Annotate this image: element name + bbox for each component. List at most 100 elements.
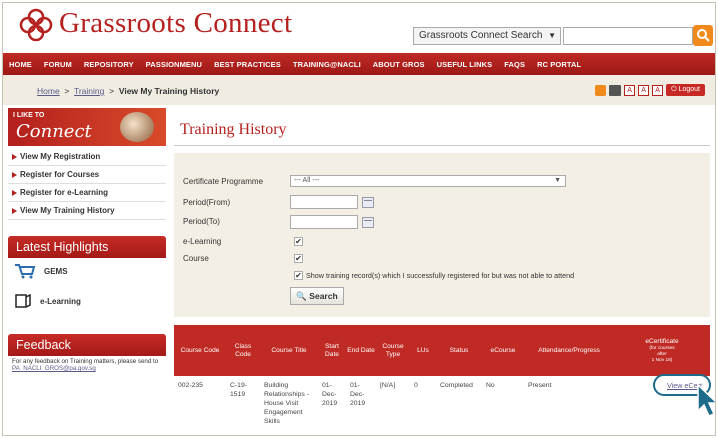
nav-repository[interactable]: REPOSITORY [78, 60, 140, 69]
period-to-label: Period(To) [183, 217, 220, 226]
breadcrumb-separator: > [109, 86, 115, 96]
header-course-code: Course Code [180, 346, 220, 354]
header-course-type: Course Type [382, 342, 404, 358]
training-history-table: Course Code Class Code Course Title Star… [174, 325, 715, 435]
nav-useful-links[interactable]: USEFUL LINKS [431, 60, 499, 69]
cell-ecourse: No [486, 382, 495, 389]
sidebar-item-view-registration[interactable]: View My Registration [8, 148, 166, 166]
breadcrumb-training[interactable]: Training [74, 86, 104, 96]
search-submit-button[interactable]: 🔍 Search [290, 287, 344, 305]
certificate-label: Certificate Programme [183, 177, 264, 186]
feedback-title: Feedback [8, 334, 166, 356]
sidebar: I LIKE TO Connect View My Registration R… [8, 108, 166, 435]
connect-banner[interactable]: I LIKE TO Connect [8, 108, 166, 146]
search-icon: 🔍 [296, 291, 307, 301]
certificate-select[interactable]: --- All --- ▼ [290, 175, 566, 187]
cell-status: Completed [440, 382, 473, 389]
breadcrumb-home[interactable]: Home [37, 86, 60, 96]
coffee-cup-icon [120, 112, 154, 142]
certificate-value: --- All --- [294, 177, 320, 184]
header-lus: LUs [417, 346, 429, 354]
site-header: Grassroots Connect Grassroots Connect Se… [3, 3, 715, 53]
period-from-label: Period(From) [183, 198, 231, 207]
breadcrumb-current: View My Training History [118, 86, 220, 96]
font-medium-button[interactable]: A [638, 84, 650, 96]
elearning-label: e-Learning [183, 237, 222, 246]
page-frame: Grassroots Connect Grassroots Connect Se… [2, 2, 716, 436]
elearning-checkbox[interactable]: ✔ [294, 237, 303, 246]
nav-passionmenu[interactable]: PASSIONMENU [140, 60, 208, 69]
cell-class-code: C-19-1519 [230, 382, 247, 398]
breadcrumb: Home > Training > View My Training Histo… [37, 86, 219, 96]
nav-training[interactable]: TRAINING@NACLI [287, 60, 367, 69]
header-status: Status [449, 346, 469, 354]
highlight-elearning[interactable]: e-Learning [14, 291, 81, 311]
calendar-icon[interactable] [362, 217, 374, 228]
chevron-down-icon: ▼ [548, 31, 556, 40]
mouse-pointer-icon [697, 383, 715, 417]
cell-course-type: [N/A] [380, 382, 396, 389]
book-icon [15, 293, 31, 308]
cell-start-date: 01-Dec-2019 [322, 382, 338, 407]
search-scope-select[interactable]: Grassroots Connect Search ▼ [413, 27, 561, 45]
nav-forum[interactable]: FORUM [38, 60, 78, 69]
search-button[interactable] [693, 25, 713, 46]
cell-lus: 0 [414, 382, 418, 389]
search-icon [697, 29, 710, 42]
header-ecertificate: eCertificate (for courses after 1 Nov 18… [614, 325, 710, 376]
course-label: Course [183, 254, 209, 263]
header-attendance: Attendance/Progress [538, 346, 600, 354]
cell-course-code: 002-235 [178, 382, 203, 389]
show-unattended-checkbox[interactable]: ✔ [294, 271, 303, 280]
table-row: 002-235 C-19-1519 Building Relationships… [174, 376, 710, 435]
header-course-title: Course Title [271, 346, 307, 354]
logout-label: Logout [678, 86, 700, 93]
highlight-gems[interactable]: GEMS [14, 261, 68, 281]
sidebar-item-training-history[interactable]: View My Training History [8, 202, 166, 220]
breadcrumb-bar: Home > Training > View My Training Histo… [3, 75, 715, 105]
highlight-gems-label: GEMS [44, 266, 68, 276]
nav-about[interactable]: ABOUT GROS [367, 60, 431, 69]
search-submit-label: Search [309, 291, 338, 301]
header-ecertificate-label: eCertificate [645, 337, 679, 345]
nav-rc-portal[interactable]: RC PORTAL [531, 60, 587, 69]
logout-button[interactable]: ⏻ Logout [666, 84, 705, 96]
page-title: Training History [180, 121, 287, 138]
cell-attendance: Present [528, 382, 552, 389]
sidebar-item-register-courses[interactable]: Register for Courses [8, 166, 166, 184]
site-title[interactable]: Grassroots Connect [59, 7, 292, 40]
search-input[interactable] [563, 27, 693, 45]
highlight-elearning-label: e-Learning [40, 296, 81, 306]
cell-course-title: Building Relationships - House Visit Eng… [264, 382, 309, 425]
page-tools: A A A ⏻ Logout [595, 84, 705, 96]
font-small-button[interactable]: A [624, 84, 636, 96]
main-nav: HOME FORUM REPOSITORY PASSIONMENU BEST P… [3, 53, 715, 75]
shopping-cart-icon [15, 264, 36, 279]
course-checkbox[interactable]: ✔ [294, 254, 303, 263]
feedback-email-link[interactable]: PA_NACLI_GROS@pa.gov.sg [12, 365, 96, 372]
breadcrumb-separator: > [64, 86, 70, 96]
banner-tagline: I LIKE TO [13, 112, 45, 119]
sidebar-item-register-elearning[interactable]: Register for e-Learning [8, 184, 166, 202]
nav-faqs[interactable]: FAQS [498, 60, 531, 69]
feedback-text: For any feedback on Training matters, pl… [12, 358, 164, 372]
search-scope-value: Grassroots Connect Search [419, 30, 543, 41]
period-from-input[interactable] [290, 195, 358, 209]
calendar-icon[interactable] [362, 197, 374, 208]
print-icon[interactable] [609, 84, 622, 96]
grassroots-logo-icon[interactable] [19, 8, 53, 42]
search-form: Certificate Programme --- All --- ▼ Peri… [174, 153, 710, 317]
header-end-date: End Date [347, 346, 375, 354]
sidebar-menu: View My Registration Register for Course… [8, 148, 166, 220]
chevron-down-icon: ▼ [554, 177, 561, 184]
period-to-input[interactable] [290, 215, 358, 229]
rss-icon[interactable] [595, 84, 607, 96]
header-ecourse: eCourse [490, 346, 516, 354]
header-start-date: Start Date [325, 342, 339, 358]
nav-best-practices[interactable]: BEST PRACTICES [208, 60, 287, 69]
show-unattended-label: Show training record(s) which I successf… [306, 271, 575, 280]
table-header: Course Code Class Code Course Title Star… [174, 325, 710, 376]
font-large-button[interactable]: A [652, 84, 664, 96]
cell-end-date: 01-Dec-2019 [350, 382, 366, 407]
nav-home[interactable]: HOME [3, 60, 38, 69]
